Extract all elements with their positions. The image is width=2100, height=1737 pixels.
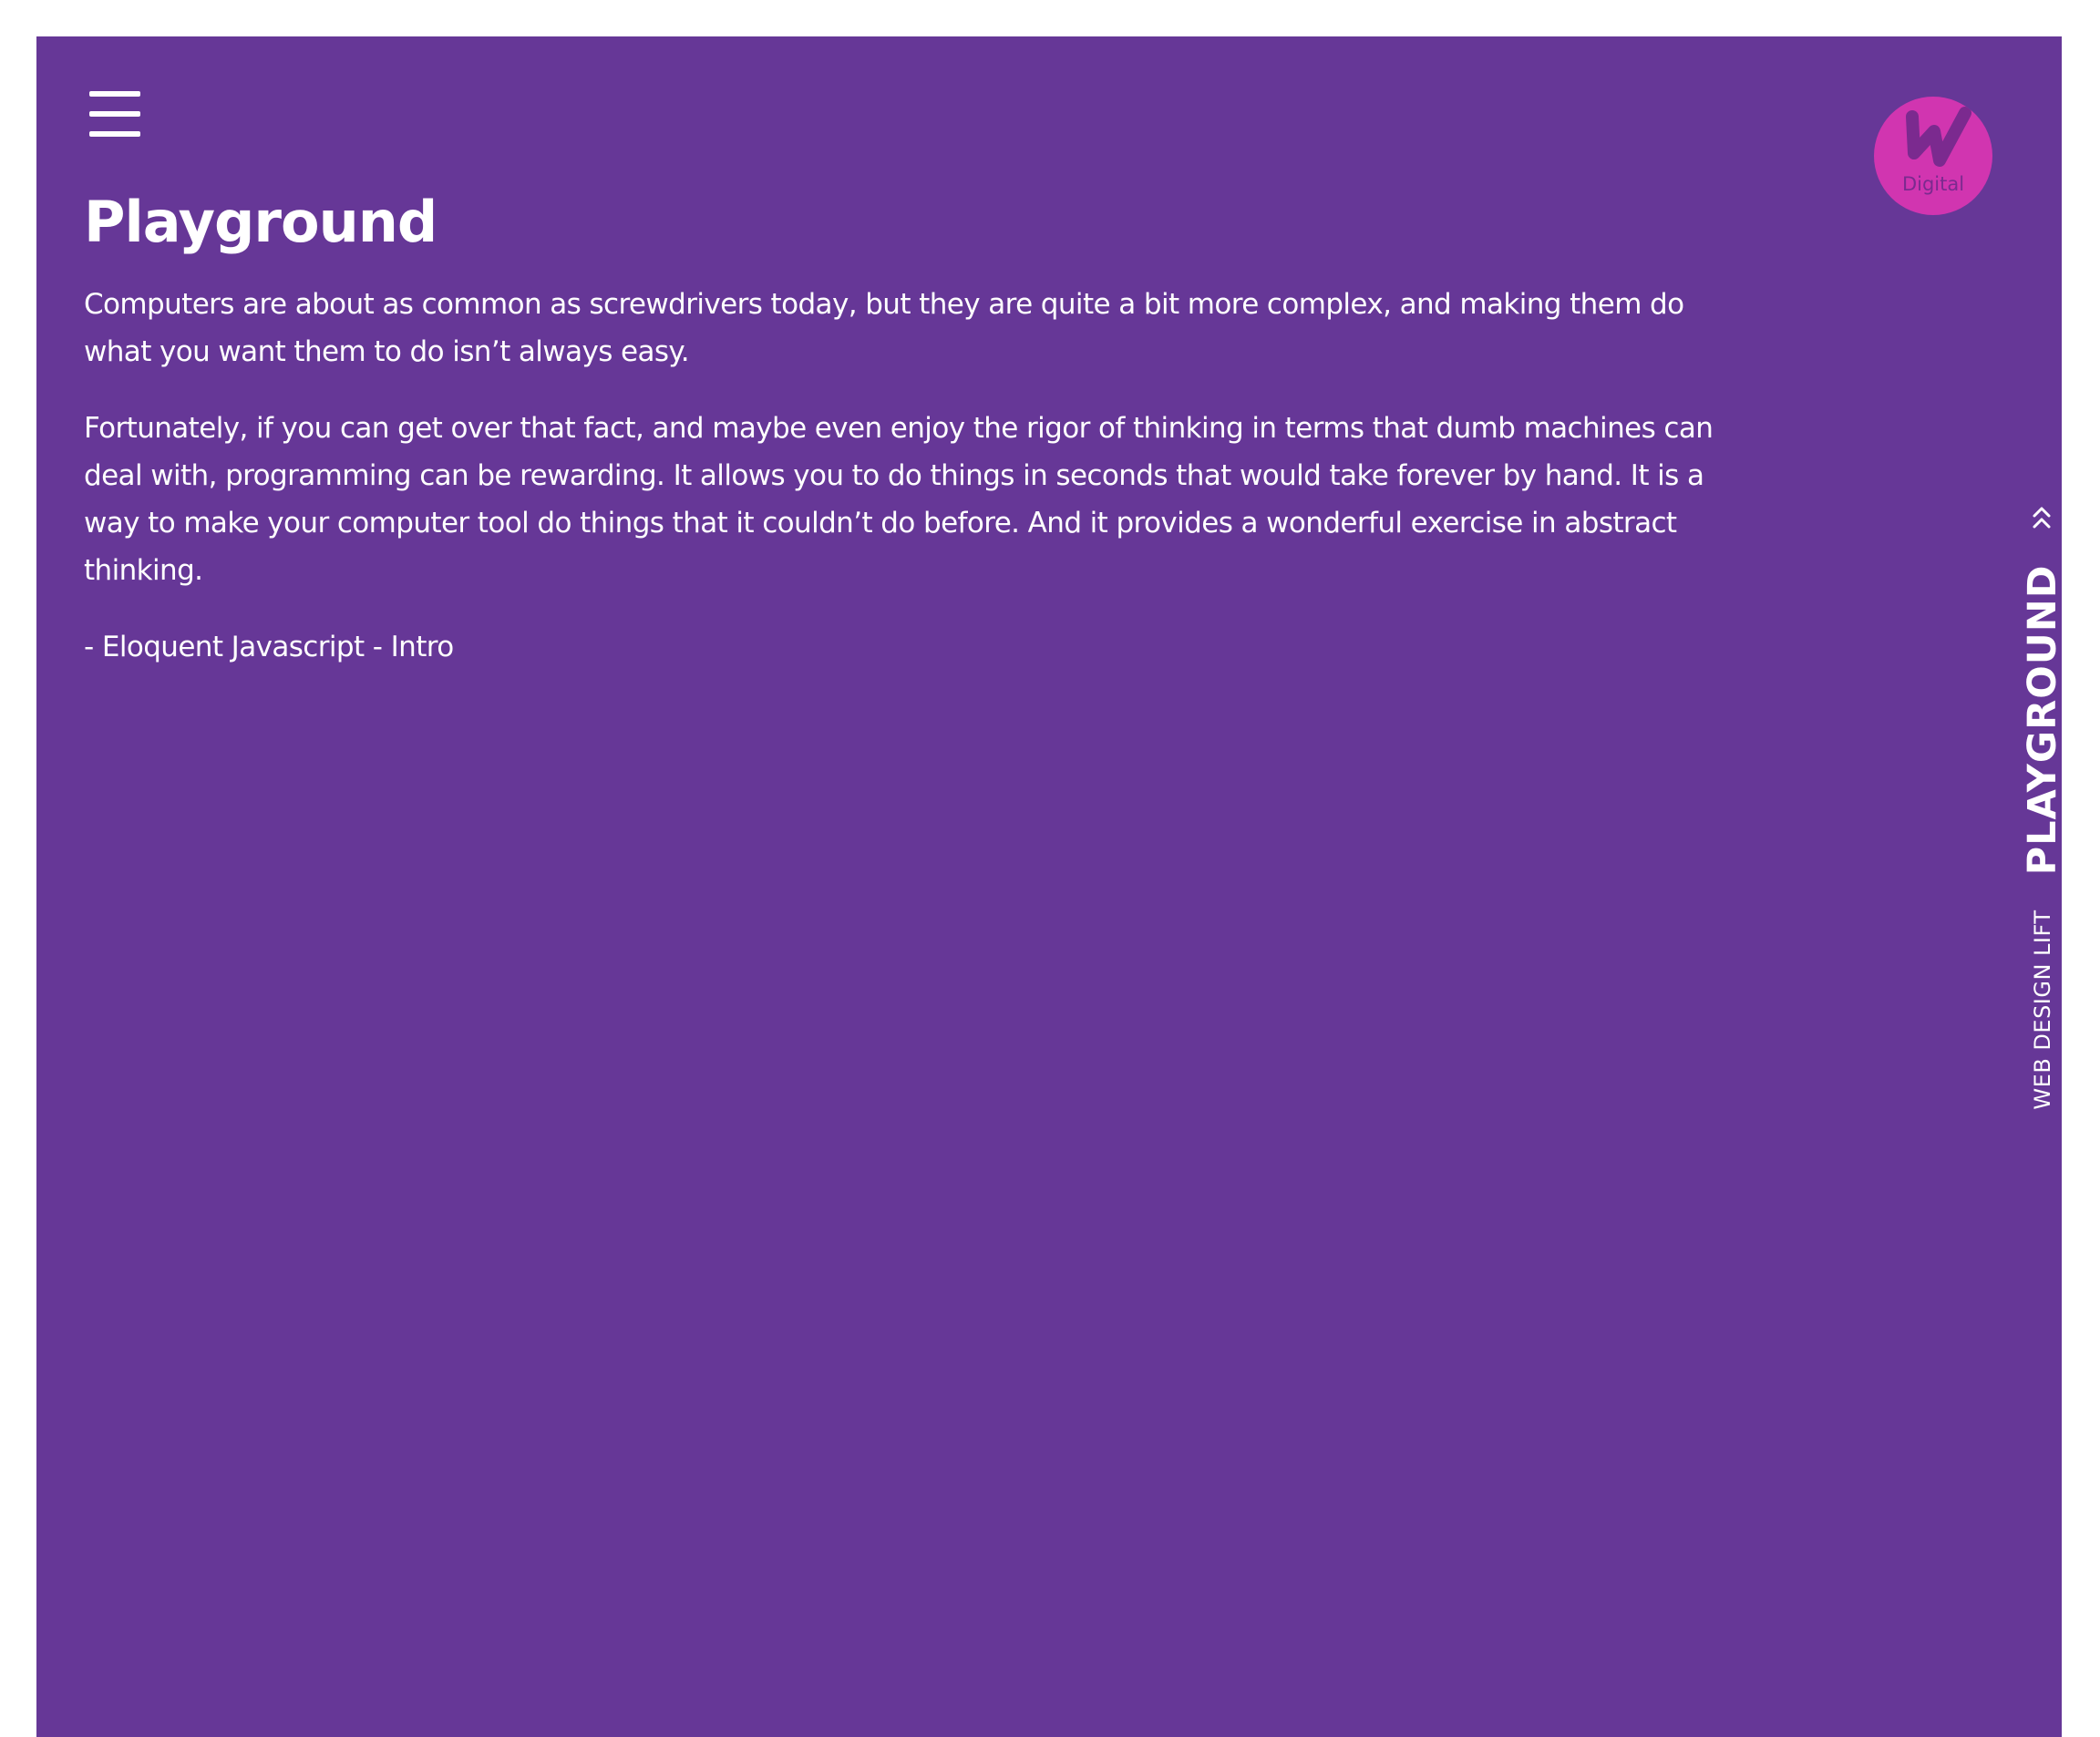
menu-bar bbox=[89, 111, 140, 117]
main-panel: Digital Playground Computers are about a… bbox=[36, 36, 2065, 1737]
hamburger-menu-icon[interactable] bbox=[89, 91, 140, 137]
logo-w-icon bbox=[1906, 107, 1971, 167]
intro-paragraph: Computers are about as common as screwdr… bbox=[84, 288, 1684, 368]
page: Digital Playground Computers are about a… bbox=[0, 0, 2100, 1737]
page-title: Playground bbox=[84, 189, 438, 255]
logo-text: Digital bbox=[1901, 173, 1965, 195]
body-paragraph: Fortunately, if you can get over that fa… bbox=[84, 412, 1714, 587]
main-content: Playground Computers are about as common… bbox=[84, 190, 1734, 671]
side-nav: PLAYGROUND WEB DESIGN LIFT bbox=[2020, 456, 2065, 1148]
side-nav-next[interactable]: WEB DESIGN LIFT bbox=[2030, 910, 2055, 1109]
menu-bar bbox=[89, 131, 140, 137]
side-nav-current[interactable]: PLAYGROUND bbox=[2020, 565, 2065, 876]
chevron-up-icon[interactable] bbox=[2031, 503, 2053, 532]
quote-attribution: - Eloquent Javascript - Intro bbox=[84, 631, 454, 663]
menu-bar bbox=[89, 91, 140, 97]
logo[interactable]: Digital bbox=[1874, 97, 1992, 215]
